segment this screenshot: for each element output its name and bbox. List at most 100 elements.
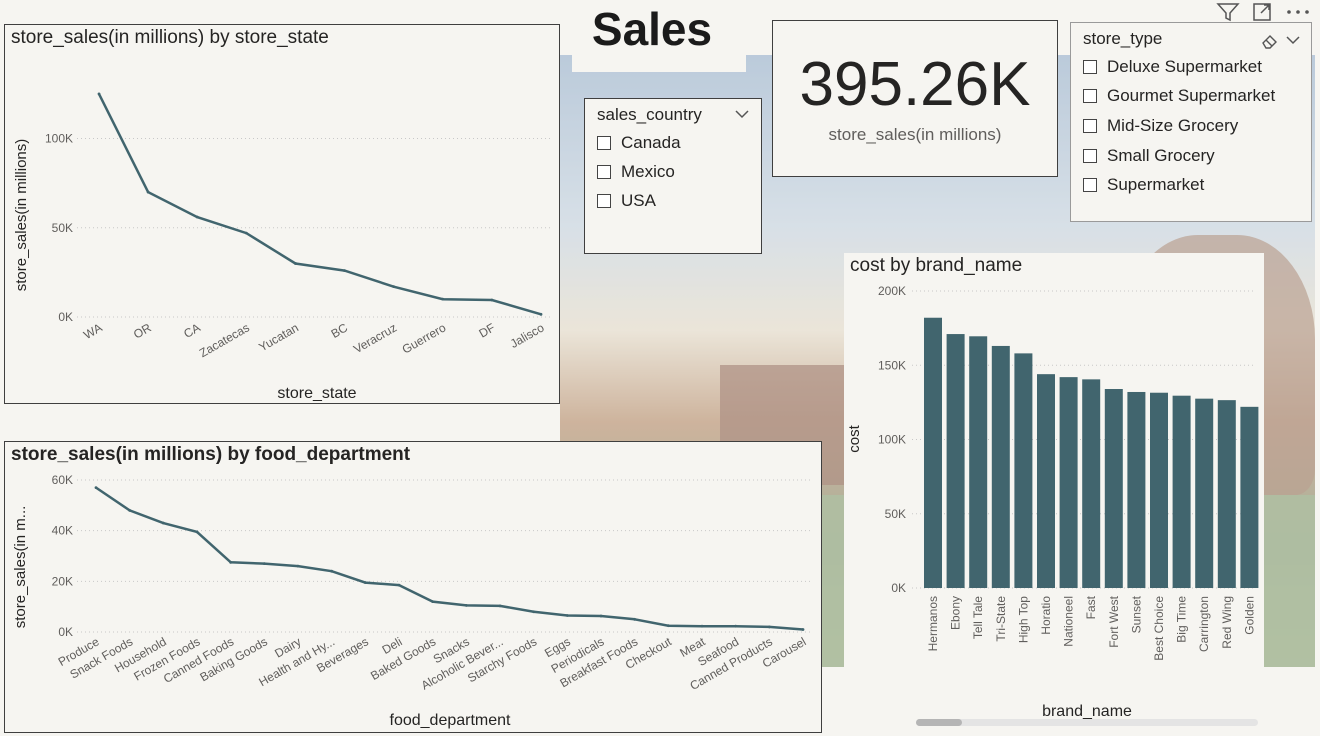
state-line-chart: store_sales(in millions) store_state 0K 5… (13, 92, 553, 402)
x-tick-label: WA (81, 320, 104, 342)
card-value: 395.26K (799, 50, 1031, 119)
horizontal-scrollbar-track[interactable] (916, 719, 1258, 726)
y-tick-label: 0K (58, 625, 73, 639)
y-axis-label: store_sales(in millions) (13, 139, 30, 292)
data-point (146, 190, 150, 194)
data-point (431, 600, 435, 603)
checkbox[interactable] (1083, 119, 1097, 133)
horizontal-scrollbar-thumb[interactable] (916, 719, 962, 726)
bar (1037, 374, 1055, 588)
x-tick-label: Tri-State (994, 596, 1008, 642)
checkbox[interactable] (597, 165, 611, 179)
sales-country-slicer[interactable]: sales_country Canada Mexico USA (584, 98, 762, 254)
x-tick-label: OR (131, 320, 154, 341)
department-chart-panel[interactable]: store_sales(in millions) by food_departm… (4, 441, 822, 733)
data-point (97, 92, 101, 96)
data-point (490, 298, 494, 302)
x-tick-label: Zacatecas (197, 320, 252, 360)
data-point (801, 628, 805, 631)
sales-kpi-card: 395.26K store_sales(in millions) (772, 20, 1058, 177)
data-point (330, 569, 334, 573)
chevron-down-icon[interactable] (1286, 35, 1300, 45)
bar (1172, 395, 1191, 588)
x-tick-label: Veracruz (351, 320, 399, 356)
bar (1082, 379, 1101, 588)
brand-bar-chart: cost brand_name 0K 50K 100K 150K 200K Hermano… (846, 284, 1259, 726)
filter-icon[interactable] (1216, 2, 1240, 22)
y-tick-label: 50K (885, 507, 906, 521)
slicer-header: store_type (1083, 29, 1163, 48)
store-type-slicer[interactable]: store_type Deluxe Supermarket Gourmet Su… (1070, 22, 1312, 222)
state-chart-panel[interactable]: store_sales(in millions) by store_state … (4, 24, 560, 404)
y-tick-label: 40K (52, 524, 73, 538)
focus-mode-icon[interactable] (1252, 2, 1274, 22)
y-tick-label: 100K (878, 433, 906, 447)
slicer-item-small-grocery[interactable]: Small Grocery (1083, 146, 1215, 166)
checkbox[interactable] (597, 194, 611, 208)
y-tick-label: 0K (891, 581, 906, 595)
x-tick-label: Best Choice (1152, 596, 1166, 661)
bar (1195, 398, 1214, 588)
series-line (97, 93, 542, 316)
x-tick-label: Golden (1242, 596, 1256, 635)
brand-chart-panel[interactable]: cost by brand_name cost brand_name 0K 50K… (844, 253, 1264, 735)
data-point (464, 604, 468, 607)
y-tick-label: 150K (878, 358, 906, 372)
slicer-item-usa[interactable]: USA (597, 191, 656, 211)
department-line-chart: store_sales(in m... food_department 0K 20… (12, 473, 811, 729)
y-tick-label: 60K (52, 473, 73, 487)
card-label: store_sales(in millions) (828, 125, 1002, 144)
x-tick-label: Red Wing (1220, 596, 1234, 649)
data-point (767, 625, 771, 629)
bar (1014, 353, 1033, 588)
y-tick-label: 100K (45, 132, 73, 146)
x-tick-label: Tell Tale (971, 596, 985, 639)
x-tick-label: BC (329, 320, 351, 341)
page-title: Sales (591, 3, 713, 55)
data-point (94, 486, 98, 489)
more-options-icon[interactable] (1284, 2, 1312, 22)
checkbox[interactable] (1083, 60, 1097, 74)
slicer-item-supermarket[interactable]: Supermarket (1083, 175, 1204, 195)
data-point (195, 530, 199, 534)
checkbox[interactable] (597, 136, 611, 150)
data-point (700, 624, 704, 628)
y-tick-label: 50K (52, 221, 73, 235)
bar (924, 317, 942, 588)
bar (1104, 389, 1123, 588)
checkbox[interactable] (1083, 89, 1097, 103)
slicer-item-mexico[interactable]: Mexico (597, 162, 675, 182)
y-axis-label: store_sales(in m... (12, 506, 29, 629)
x-tick-label: DF (477, 320, 498, 340)
x-tick-label: Fast (1084, 595, 1098, 619)
slicer-item-canada[interactable]: Canada (597, 133, 681, 153)
data-point (244, 231, 248, 235)
x-tick-label: Carrington (1197, 596, 1211, 652)
slicer-item-gourmet-supermarket[interactable]: Gourmet Supermarket (1083, 86, 1275, 106)
y-tick-label: 0K (58, 310, 73, 324)
bar (1240, 406, 1259, 588)
chevron-down-icon[interactable] (735, 109, 749, 119)
data-point (441, 297, 445, 301)
x-tick-label: High Top (1016, 596, 1030, 643)
eraser-icon[interactable] (1261, 33, 1279, 49)
x-tick-label: Ebony (949, 596, 963, 630)
data-point (343, 269, 346, 272)
data-point (262, 562, 266, 565)
checkbox[interactable] (1083, 178, 1097, 192)
y-axis-label: cost (846, 424, 863, 452)
bar (1217, 400, 1236, 588)
data-point (539, 312, 543, 316)
x-axis-label: brand_name (1042, 703, 1132, 720)
data-point (229, 560, 233, 564)
bar (1127, 391, 1146, 588)
slicer-item-deluxe-supermarket[interactable]: Deluxe Supermarket (1083, 57, 1262, 77)
data-point (565, 614, 569, 617)
slicer-item-mid-size-grocery[interactable]: Mid-Size Grocery (1083, 116, 1238, 136)
data-point (397, 583, 401, 587)
series-line (95, 486, 804, 631)
x-axis-label: food_department (390, 712, 512, 729)
checkbox[interactable] (1083, 149, 1097, 163)
bar (946, 334, 965, 588)
data-point (294, 262, 297, 265)
